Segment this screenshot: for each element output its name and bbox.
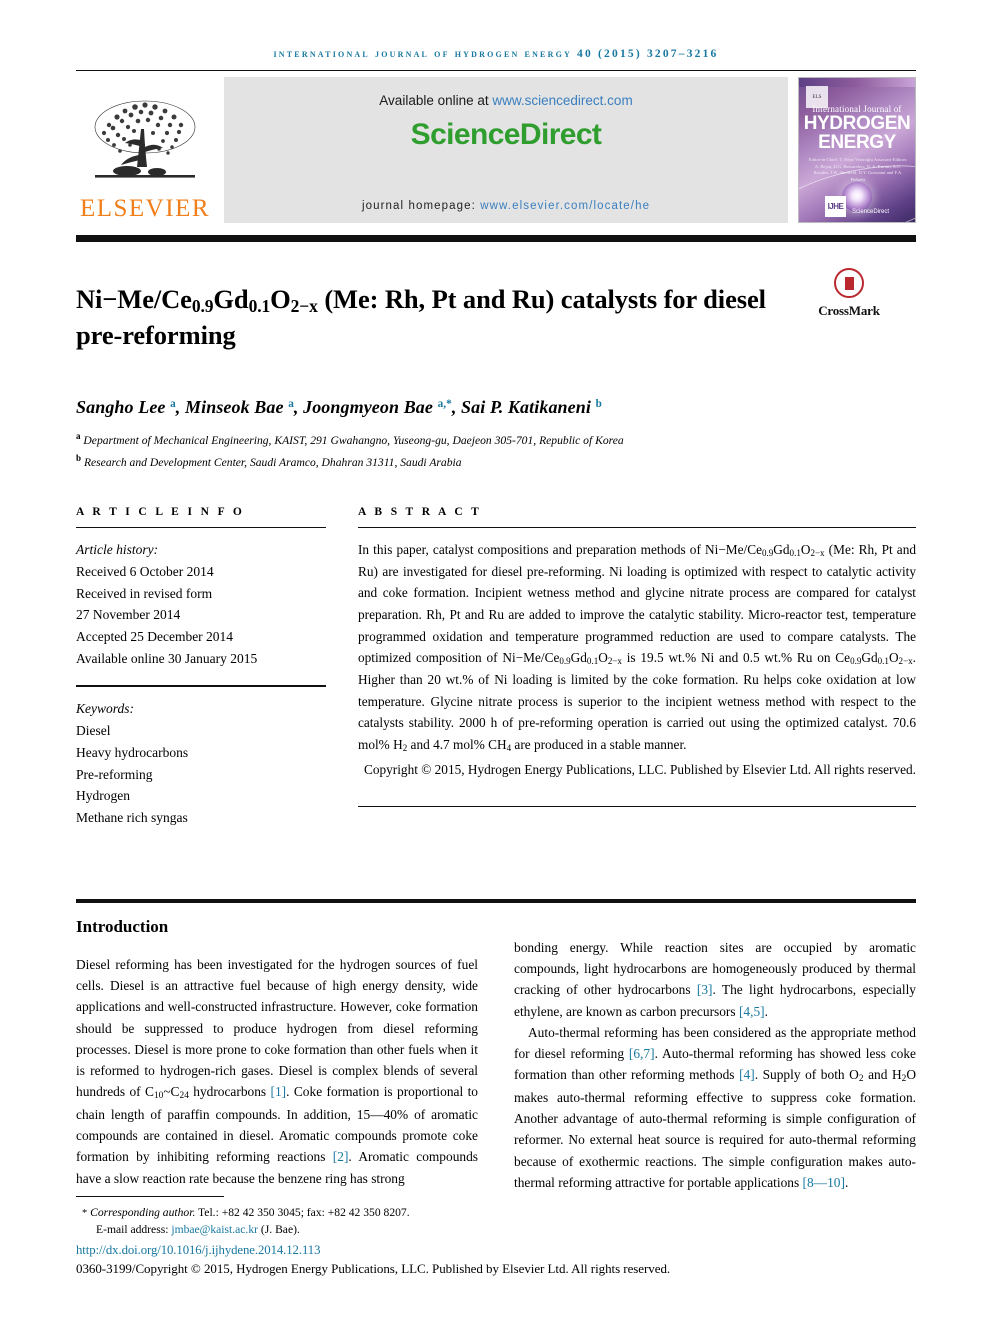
email-label: E-mail address: xyxy=(96,1223,172,1237)
history-item: Available online 30 January 2015 xyxy=(76,651,258,667)
abstract-column: A B S T R A C T In this paper, catalyst … xyxy=(358,506,916,829)
issn-copyright-line: 0360-3199/Copyright © 2015, Hydrogen Ene… xyxy=(76,1261,671,1276)
body-top-rule xyxy=(76,899,916,904)
elsevier-tree-icon xyxy=(94,100,196,178)
history-item: Accepted 25 December 2014 xyxy=(76,629,234,645)
article-history-block: Article history: Received 6 October 2014… xyxy=(76,539,326,670)
email-note: E-mail address: jmbae@kaist.ac.kr (J. Ba… xyxy=(76,1221,916,1239)
history-item: Received 6 October 2014 xyxy=(76,563,214,579)
affiliation-b-marker: b xyxy=(76,453,82,463)
sciencedirect-logo: ScienceDirect xyxy=(411,118,602,152)
affiliation-a-text: Department of Mechanical Engineering, KA… xyxy=(83,434,624,448)
email-suffix: (J. Bae). xyxy=(258,1223,300,1237)
keywords-rule xyxy=(76,684,326,687)
article-info-rule xyxy=(76,526,326,528)
journal-homepage-link[interactable]: www.elsevier.com/locate/he xyxy=(480,200,650,212)
email-link[interactable]: jmbae@kaist.ac.kr xyxy=(171,1223,258,1236)
sciencedirect-banner: Available online at www.sciencedirect.co… xyxy=(224,77,788,223)
journal-homepage-label: journal homepage: xyxy=(361,200,481,212)
keywords-label: Keywords: xyxy=(76,700,134,716)
available-online-text: Available online at xyxy=(379,93,493,108)
title-row: Ni−Me/Ce0.9Gd0.1O2−x (Me: Rh, Pt and Ru)… xyxy=(76,264,916,371)
info-abstract-section: A R T I C L E I N F O Article history: R… xyxy=(76,506,916,829)
header-divider xyxy=(76,70,916,71)
keyword-item: Hydrogen xyxy=(76,788,130,804)
available-online-line: Available online at www.sciencedirect.co… xyxy=(379,93,632,108)
keyword-item: Methane rich syngas xyxy=(76,810,188,826)
elsevier-logo: ELSEVIER xyxy=(76,77,214,223)
history-item: 27 November 2014 xyxy=(76,607,181,623)
cover-ijhe-mark: IJHE xyxy=(824,196,846,217)
footnote-rule xyxy=(76,1195,224,1197)
crossmark-badge[interactable]: CrossMark xyxy=(806,268,892,319)
introduction-paragraph-left: Diesel reforming has been investigated f… xyxy=(76,957,478,1186)
affiliation-b: b Research and Development Center, Saudi… xyxy=(76,451,916,472)
masthead-bottom-rule xyxy=(76,235,916,242)
cover-title-line2: ENERGY xyxy=(818,131,896,153)
journal-cover-image: ELS International Journal of HYDROGEN EN… xyxy=(798,77,916,223)
introduction-paragraph-right-1: bonding energy. While reaction sites are… xyxy=(514,940,916,1019)
journal-homepage-line: journal homepage: www.elsevier.com/locat… xyxy=(224,200,788,212)
page-title: Ni−Me/Ce0.9Gd0.1O2−x (Me: Rh, Pt and Ru)… xyxy=(76,283,766,351)
article-history-label: Article history: xyxy=(76,541,159,557)
keyword-item: Heavy hydrocarbons xyxy=(76,744,189,760)
affiliation-a-marker: a xyxy=(76,431,81,442)
abstract-body: In this paper, catalyst compositions and… xyxy=(358,541,916,753)
sciencedirect-logo-direct: Direct xyxy=(519,118,602,151)
abstract-copyright: Copyright © 2015, Hydrogen Energy Public… xyxy=(363,761,916,777)
abstract-heading: A B S T R A C T xyxy=(358,505,482,518)
sciencedirect-logo-science: Science xyxy=(410,118,521,151)
cover-sciencedirect-mark: ScienceDirect xyxy=(851,209,889,216)
crossmark-icon xyxy=(834,268,864,298)
corresponding-author-note: * Corresponding author. Tel.: +82 42 350… xyxy=(82,1205,410,1219)
affiliation-b-text: Research and Development Center, Saudi A… xyxy=(83,455,462,469)
body-column-left: Introduction Diesel reforming has been i… xyxy=(76,917,478,1193)
article-info-heading: A R T I C L E I N F O xyxy=(76,505,245,518)
keyword-item: Pre-reforming xyxy=(76,766,153,782)
elsevier-wordmark: ELSEVIER xyxy=(79,195,211,222)
keywords-block: Keywords: Diesel Heavy hydrocarbons Pre-… xyxy=(76,698,326,829)
cover-title: HYDROGEN ENERGY xyxy=(799,113,915,153)
running-head: International Journal of Hydrogen Energy… xyxy=(273,48,719,60)
affiliation-a: a Department of Mechanical Engineering, … xyxy=(76,429,916,450)
body-columns: Introduction Diesel reforming has been i… xyxy=(76,917,916,1193)
body-column-right: bonding energy. While reaction sites are… xyxy=(514,917,916,1193)
author-list: Sangho Lee a, Minseok Bae a, Joongmyeon … xyxy=(76,397,602,418)
doi-link[interactable]: http://dx.doi.org/10.1016/j.ijhydene.201… xyxy=(76,1243,916,1258)
journal-article-page: International Journal of Hydrogen Energy… xyxy=(0,0,992,1323)
crossmark-label: CrossMark xyxy=(818,303,880,318)
history-item: Received in revised form xyxy=(76,585,213,601)
abstract-rule xyxy=(358,526,916,528)
keyword-item: Diesel xyxy=(76,722,111,738)
cover-title-line1: HYDROGEN xyxy=(803,113,911,134)
introduction-heading: Introduction xyxy=(76,917,169,937)
masthead: ELSEVIER Available online at www.science… xyxy=(76,77,916,223)
abstract-bottom-rule xyxy=(358,806,916,808)
article-info-column: A R T I C L E I N F O Article history: R… xyxy=(76,506,326,829)
sciencedirect-url-link[interactable]: www.sciencedirect.com xyxy=(492,93,632,108)
cover-bottom-marks: IJHE ScienceDirect xyxy=(799,196,915,217)
introduction-paragraph-right-2: Auto-thermal reforming has been consider… xyxy=(514,1024,917,1190)
column-spacer xyxy=(514,917,916,937)
page-footer: * Corresponding author. Tel.: +82 42 350… xyxy=(76,1195,916,1277)
